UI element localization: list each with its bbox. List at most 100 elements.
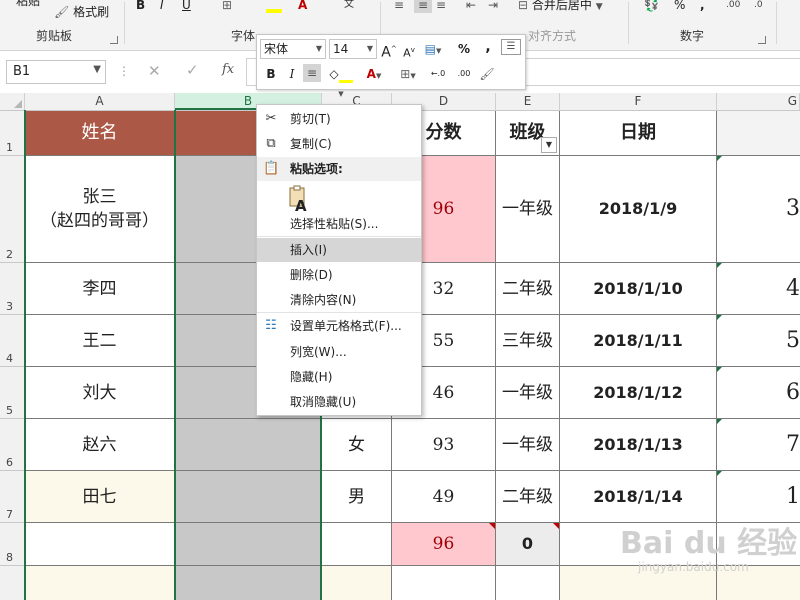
cell-d7[interactable]: 49 — [392, 471, 496, 523]
phonetic-icon[interactable]: 文 — [344, 0, 354, 13]
cell-g7[interactable]: 1 — [717, 471, 800, 523]
cell-g4[interactable]: 5 — [717, 315, 800, 367]
name-box[interactable]: B1 ▼ — [6, 60, 106, 84]
row-header-9[interactable] — [0, 566, 25, 600]
accounting-format-icon[interactable]: 💱 — [644, 0, 659, 13]
cell-e4[interactable]: 三年级 — [496, 315, 560, 367]
cell-d8[interactable]: 96 — [392, 523, 496, 566]
cell-e7[interactable]: 二年级 — [496, 471, 560, 523]
decrease-indent-icon[interactable]: ⇤ — [466, 0, 476, 13]
menu-item-paste-special[interactable]: 选择性粘贴(S)... — [257, 212, 421, 236]
cell-b9[interactable] — [175, 566, 322, 600]
cell-f4[interactable]: 2018/1/11 — [560, 315, 717, 367]
cell-a8[interactable] — [25, 523, 175, 566]
fill-color-icon[interactable] — [266, 0, 282, 13]
cell-a3[interactable]: 李四 — [25, 263, 175, 315]
cell-b7[interactable] — [175, 471, 322, 523]
column-header-f[interactable]: F — [560, 93, 717, 110]
menu-item-unhide[interactable]: 取消隐藏(U) — [257, 390, 421, 414]
borders-icon[interactable]: ⊞ — [222, 0, 232, 13]
row-header-8[interactable]: 8 — [0, 523, 25, 566]
mini-bold-button[interactable]: B — [263, 65, 279, 83]
menu-item-insert[interactable]: 插入(I) — [257, 238, 421, 262]
row-header-5[interactable]: 5 — [0, 367, 25, 419]
italic-button[interactable]: I — [160, 0, 164, 13]
format-table-icon[interactable]: ☰ — [501, 39, 521, 55]
mini-format-painter-icon[interactable]: 🖌 — [479, 65, 495, 83]
cell-e1[interactable]: 班级 ▼ — [496, 111, 560, 156]
percent-button[interactable]: % — [674, 0, 685, 13]
cell-b8[interactable] — [175, 523, 322, 566]
cell-a9[interactable] — [25, 566, 175, 600]
format-painter-button[interactable]: 🖌 格式刷 — [54, 4, 109, 20]
cell-e9[interactable] — [496, 566, 560, 600]
menu-item-column-width[interactable]: 列宽(W)... — [257, 340, 421, 364]
menu-item-copy[interactable]: ⧉ 复制(C) — [257, 132, 421, 156]
cell-d6[interactable]: 93 — [392, 419, 496, 471]
row-header-1[interactable]: 1 — [0, 111, 25, 156]
number-launcher-icon[interactable] — [758, 36, 766, 44]
select-all-corner[interactable] — [0, 93, 25, 110]
cell-e2[interactable]: 一年级 — [496, 156, 560, 263]
cell-g1[interactable] — [717, 111, 800, 156]
cell-c6[interactable]: 女 — [322, 419, 392, 471]
cell-f7[interactable]: 2018/1/14 — [560, 471, 717, 523]
underline-button[interactable]: U — [182, 0, 191, 13]
row-header-3[interactable]: 3 — [0, 263, 25, 315]
cell-a5[interactable]: 刘大 — [25, 367, 175, 419]
cell-c9[interactable] — [322, 566, 392, 600]
bold-button[interactable]: B — [136, 0, 145, 13]
column-header-e[interactable]: E — [496, 93, 560, 110]
clipboard-launcher-icon[interactable] — [110, 36, 118, 44]
cell-f5[interactable]: 2018/1/12 — [560, 367, 717, 419]
menu-item-cut[interactable]: ✂ 剪切(T) — [257, 107, 421, 131]
mini-decrease-decimal-icon[interactable]: .00 — [453, 65, 475, 83]
cell-b6[interactable] — [175, 419, 322, 471]
comma-style-button[interactable]: , — [483, 38, 493, 56]
cell-a6[interactable]: 赵六 — [25, 419, 175, 471]
cell-g6[interactable]: 7 — [717, 419, 800, 471]
cell-a4[interactable]: 王二 — [25, 315, 175, 367]
cell-g5[interactable]: 6 — [717, 367, 800, 419]
paste-button[interactable]: 粘贴 — [16, 0, 40, 9]
menu-item-format-cells[interactable]: ☷ 设置单元格格式(F)... — [257, 314, 421, 338]
cell-c8[interactable] — [322, 523, 392, 566]
align-right-icon[interactable]: ≡ — [436, 0, 446, 13]
comma-button[interactable]: , — [700, 0, 705, 13]
number-format-icon[interactable]: ▤▼ — [421, 40, 445, 58]
row-header-4[interactable]: 4 — [0, 315, 25, 367]
insert-function-button[interactable]: fx — [222, 62, 234, 77]
cell-e5[interactable]: 一年级 — [496, 367, 560, 419]
cell-e3[interactable]: 二年级 — [496, 263, 560, 315]
mini-center-align-icon[interactable]: ≡ — [303, 64, 321, 82]
mini-fill-color-icon[interactable]: ◇▼ — [327, 65, 355, 98]
cell-e8[interactable]: 0 — [496, 523, 560, 566]
cell-a7[interactable]: 田七 — [25, 471, 175, 523]
mini-borders-icon[interactable]: ⊞▼ — [395, 65, 421, 83]
font-size-select[interactable]: 14 ▼ — [329, 39, 377, 59]
decrease-decimal-icon[interactable]: .0 — [754, 0, 763, 13]
row-header-7[interactable]: 7 — [0, 471, 25, 523]
cell-d9[interactable] — [392, 566, 496, 600]
align-left-icon[interactable]: ≡ — [394, 0, 404, 13]
cell-a1[interactable]: 姓名 — [25, 111, 175, 156]
increase-indent-icon[interactable]: ⇥ — [488, 0, 498, 13]
menu-item-clear-contents[interactable]: 清除内容(N) — [257, 288, 421, 312]
mini-font-color-icon[interactable]: A▼ — [361, 65, 387, 83]
shrink-font-button[interactable]: Av — [402, 41, 416, 60]
row-header-6[interactable]: 6 — [0, 419, 25, 471]
cell-g2[interactable]: 3 — [717, 156, 800, 263]
menu-item-delete[interactable]: 删除(D) — [257, 263, 421, 287]
mini-italic-button[interactable]: I — [285, 65, 299, 83]
align-center-icon[interactable]: ≡ — [414, 0, 432, 13]
mini-increase-decimal-icon[interactable]: ←.0 — [427, 65, 449, 83]
cell-c7[interactable]: 男 — [322, 471, 392, 523]
merge-center-button[interactable]: ⊟ 合并后居中 ▼ — [518, 0, 603, 13]
increase-decimal-icon[interactable]: .00 — [726, 0, 740, 13]
cell-f1[interactable]: 日期 — [560, 111, 717, 156]
column-header-a[interactable]: A — [25, 93, 175, 110]
row-header-2[interactable]: 2 — [0, 156, 25, 263]
column-header-g[interactable]: G — [717, 93, 800, 110]
cell-f2[interactable]: 2018/1/9 — [560, 156, 717, 263]
menu-item-hide[interactable]: 隐藏(H) — [257, 365, 421, 389]
